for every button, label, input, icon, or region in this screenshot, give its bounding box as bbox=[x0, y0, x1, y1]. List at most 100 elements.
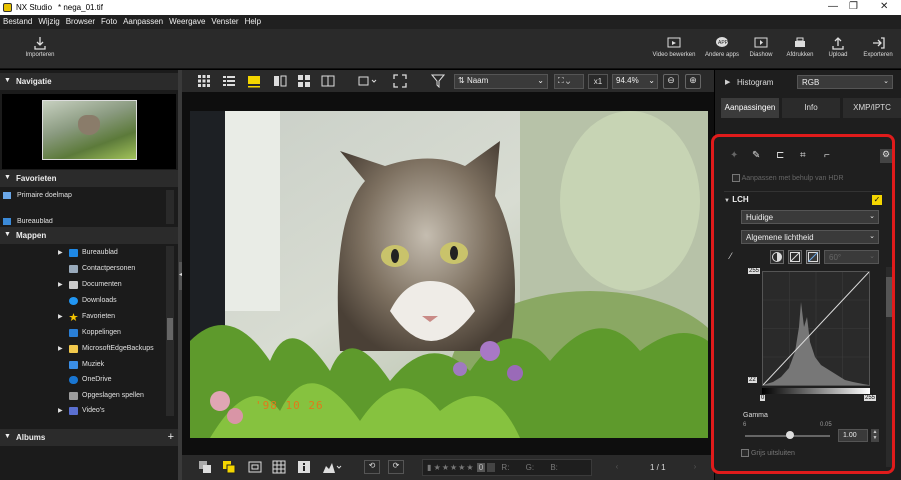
folder-scrollbar-thumb[interactable] bbox=[167, 318, 173, 340]
zoom-1x-button[interactable]: x1 bbox=[588, 74, 608, 89]
compare-view-icon[interactable] bbox=[273, 74, 287, 88]
rotate-left-icon[interactable]: ⟲ bbox=[364, 460, 380, 474]
viewer-toolbar: ⇅ Naam ⌄ ⛶ ⌄ x1 94.4% ⌄ ⊖ ⊕ bbox=[182, 70, 714, 92]
angle-dropdown[interactable]: 60° ⌄ bbox=[824, 250, 879, 264]
prev-image-icon[interactable]: ‹ bbox=[606, 459, 628, 476]
lch-enable-checkbox[interactable]: ✓ bbox=[872, 195, 882, 205]
fav-item-bureaublad[interactable]: Bureaublad bbox=[17, 218, 53, 226]
output-high-value[interactable]: 255 bbox=[864, 395, 877, 401]
favorieten-header[interactable]: ▼ Favorieten bbox=[0, 170, 178, 187]
grayscale-checkbox[interactable] bbox=[741, 449, 749, 457]
split-view-icon[interactable] bbox=[321, 74, 335, 88]
filmstrip-layout-icon[interactable] bbox=[358, 74, 378, 88]
next-image-icon[interactable]: › bbox=[684, 459, 706, 476]
rotate-right-icon[interactable]: ⟳ bbox=[388, 460, 404, 474]
import-button[interactable]: Importeren bbox=[20, 36, 60, 58]
main-photo[interactable]: '98 10 26 bbox=[190, 111, 708, 438]
retouch-brush-icon[interactable]: ✎ bbox=[752, 150, 760, 161]
grid-view-icon[interactable] bbox=[197, 74, 211, 88]
slideshow-button[interactable]: Diashow bbox=[744, 36, 778, 58]
expand-icon: ▶ bbox=[725, 79, 731, 86]
navigator-thumbnail bbox=[42, 100, 137, 160]
menu-bestand[interactable]: Bestand bbox=[0, 15, 35, 26]
grid-overlay-icon[interactable] bbox=[272, 460, 286, 474]
restore-icon[interactable]: ❐ bbox=[849, 1, 858, 12]
gear-icon[interactable]: ⚙ bbox=[880, 149, 892, 163]
perspective-icon[interactable]: ⌐ bbox=[824, 150, 830, 161]
lch-header[interactable]: ▼ LCH bbox=[724, 195, 749, 204]
histogram-header[interactable]: ▶ Histogram RGB ⌄ bbox=[715, 74, 901, 91]
panel-scrollbar-thumb[interactable] bbox=[886, 277, 892, 317]
info-icon[interactable] bbox=[297, 460, 311, 474]
menu-wijzig[interactable]: Wijzig bbox=[35, 15, 62, 26]
hdr-label: Aanpassen met behulp van HDR bbox=[741, 174, 844, 182]
tone-curve-graph[interactable] bbox=[762, 271, 870, 386]
tab-aanpassingen[interactable]: Aanpassingen bbox=[721, 98, 779, 118]
print-button[interactable]: Afdrukken bbox=[782, 36, 818, 58]
title-bar: NX Studio * nega_01.tif — ❐ ✕ bbox=[0, 0, 901, 15]
menu-foto[interactable]: Foto bbox=[98, 15, 120, 26]
add-album-icon[interactable]: + bbox=[168, 431, 174, 443]
zoom-dropdown[interactable]: 94.4% ⌄ bbox=[612, 74, 658, 89]
close-icon[interactable]: ✕ bbox=[880, 1, 888, 12]
navigator-preview[interactable] bbox=[2, 94, 176, 169]
minimize-icon[interactable]: — bbox=[828, 1, 838, 12]
histogram-channel-dropdown[interactable]: RGB ⌄ bbox=[797, 75, 893, 89]
crop-icon[interactable]: ⌗ bbox=[800, 150, 806, 161]
auto-retouch-icon[interactable]: ✦ bbox=[730, 150, 738, 161]
info-overlay-icon[interactable] bbox=[248, 460, 262, 474]
favorites-scrollbar[interactable] bbox=[166, 190, 174, 224]
output-gradient bbox=[762, 388, 870, 394]
video-edit-button[interactable]: Video bewerken bbox=[648, 36, 700, 58]
label-color-icon[interactable] bbox=[487, 463, 496, 472]
multi-view-icon[interactable] bbox=[297, 74, 311, 88]
reset-curve-icon[interactable] bbox=[788, 250, 802, 264]
tab-info[interactable]: Info bbox=[782, 98, 840, 118]
menu-aanpassen[interactable]: Aanpassen bbox=[120, 15, 166, 26]
single-view-icon[interactable] bbox=[246, 74, 262, 88]
list-view-icon[interactable] bbox=[222, 74, 236, 88]
eyedropper-icon[interactable]: ⁄ bbox=[730, 251, 732, 261]
mappen-header[interactable]: ▼ Mappen bbox=[0, 227, 178, 244]
upload-button[interactable]: Upload bbox=[822, 36, 854, 58]
panel-scrollbar[interactable] bbox=[886, 267, 892, 467]
export-button[interactable]: Exporteren bbox=[858, 36, 898, 58]
output-low-value[interactable]: 0 bbox=[760, 395, 766, 401]
bottom-toolbar: ⟲ ⟳ ▮ ★★★★★ 0 R: G: B: ‹ 1 / 1 › bbox=[182, 455, 714, 480]
preset-dropdown[interactable]: Huidige ⌄ bbox=[741, 210, 879, 224]
protect-icon[interactable]: ▮ bbox=[427, 463, 431, 472]
straighten-icon[interactable]: ⊏ bbox=[776, 150, 784, 161]
rating-stars[interactable]: ★★★★★ bbox=[434, 463, 475, 472]
menu-venster[interactable]: Venster bbox=[208, 15, 241, 26]
channel-dropdown[interactable]: Algemene lichtheid ⌄ bbox=[741, 230, 879, 244]
stack-icon[interactable] bbox=[198, 460, 212, 474]
sort-dropdown[interactable]: ⇅ Naam ⌄ bbox=[454, 74, 548, 89]
fav-item-primaire-doelmap[interactable]: Primaire doelmap bbox=[17, 192, 72, 199]
hdr-checkbox[interactable] bbox=[732, 174, 740, 182]
tab-xmp-iptc[interactable]: XMP/IPTC bbox=[843, 98, 901, 118]
gamma-stepper[interactable]: ▲ ▼ bbox=[871, 429, 879, 442]
curve-histogram-svg bbox=[762, 271, 870, 386]
zoom-in-icon[interactable]: ⊕ bbox=[685, 74, 701, 89]
menu-weergave[interactable]: Weergave bbox=[166, 15, 208, 26]
folder-scrollbar[interactable] bbox=[166, 246, 174, 416]
other-apps-button[interactable]: APP Andere apps bbox=[702, 36, 742, 58]
fullscreen-icon[interactable] bbox=[393, 74, 407, 88]
hdr-checkbox-row[interactable]: Aanpassen met behulp van HDR bbox=[732, 174, 844, 182]
albums-header[interactable]: ▼ Albums + bbox=[0, 429, 178, 446]
histogram-overlay-icon[interactable] bbox=[322, 460, 342, 474]
label-stack-icon[interactable] bbox=[222, 460, 236, 474]
linear-curve-icon[interactable] bbox=[806, 250, 820, 264]
gamma-slider-thumb[interactable] bbox=[786, 431, 794, 439]
grayscale-checkbox-row[interactable]: Grijs uitsluiten bbox=[741, 449, 795, 457]
navigatie-header[interactable]: ▼ Navigatie bbox=[0, 73, 178, 90]
zoom-out-icon[interactable]: ⊖ bbox=[663, 74, 679, 89]
filter-icon[interactable] bbox=[430, 74, 446, 89]
menu-help[interactable]: Help bbox=[242, 15, 264, 26]
contrast-icon[interactable] bbox=[770, 250, 784, 264]
fit-dropdown[interactable]: ⛶ ⌄ bbox=[554, 74, 584, 89]
folder-icon bbox=[69, 345, 78, 353]
label-0-icon[interactable]: 0 bbox=[476, 463, 486, 472]
menu-browser[interactable]: Browser bbox=[63, 15, 98, 26]
gamma-input[interactable]: 1.00 bbox=[838, 429, 868, 442]
